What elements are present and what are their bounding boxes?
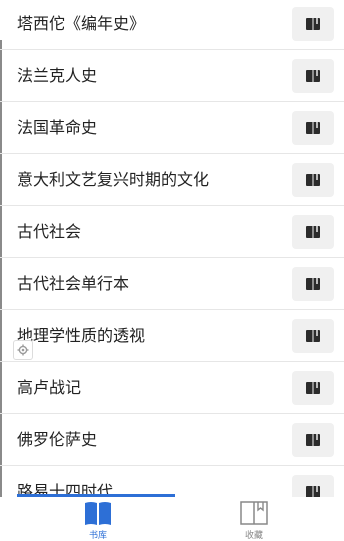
list-item[interactable]: 高卢战记 [0,362,344,414]
book-icon [306,278,320,290]
book-title: 古代社会单行本 [17,274,130,293]
book-icon [306,382,320,394]
book-open-icon [85,502,111,525]
list-item[interactable]: 地理学性质的透视 [0,310,344,362]
list-item[interactable]: 古代社会 [0,206,344,258]
open-book-button[interactable] [292,163,334,197]
open-book-button[interactable] [292,7,334,41]
list-item[interactable]: 古代社会单行本 [0,258,344,310]
book-title: 古代社会 [17,222,82,241]
list-item[interactable]: 塔西佗《编年史》 [0,0,344,50]
book-title: 塔西佗《编年史》 [17,14,146,33]
tab-library[interactable]: 书库 [68,497,128,541]
book-icon [306,330,320,342]
bottom-tab-bar: 书库 收藏 [0,497,344,541]
tab-library-label: 书库 [88,531,107,541]
open-book-button[interactable] [292,59,334,93]
book-title: 法兰克人史 [17,66,98,85]
list-item[interactable]: 路易十四时代 [0,466,344,497]
book-title: 路易十四时代 [17,482,114,497]
open-book-button[interactable] [292,371,334,405]
tab-favorites-label: 收藏 [244,531,263,541]
book-title: 高卢战记 [17,378,82,397]
list-item[interactable]: 法兰克人史 [0,50,344,102]
book-title: 地理学性质的透视 [17,326,146,345]
list-item[interactable]: 佛罗伦萨史 [0,414,344,466]
book-icon [306,174,320,186]
floating-settings-button[interactable] [13,340,33,360]
book-icon [306,226,320,238]
book-list: 塔西佗《编年史》 法兰克人史 法国革命史 意大利文艺复兴时期的文化 古代社会 古 [0,0,344,497]
open-book-button[interactable] [292,423,334,457]
book-title: 佛罗伦萨史 [17,430,98,449]
settings-gear-icon [17,344,29,356]
book-icon [306,486,320,497]
tab-favorites[interactable]: 收藏 [224,497,284,541]
book-title: 法国革命史 [17,118,98,137]
book-icon [306,18,320,30]
open-book-button[interactable] [292,319,334,353]
book-icon [306,434,320,446]
bookmark-book-icon [240,501,268,525]
book-title: 意大利文艺复兴时期的文化 [17,170,210,189]
open-book-button[interactable] [292,475,334,497]
book-icon [306,122,320,134]
open-book-button[interactable] [292,215,334,249]
list-item[interactable]: 法国革命史 [0,102,344,154]
book-icon [306,70,320,82]
open-book-button[interactable] [292,267,334,301]
open-book-button[interactable] [292,111,334,145]
list-item[interactable]: 意大利文艺复兴时期的文化 [0,154,344,206]
